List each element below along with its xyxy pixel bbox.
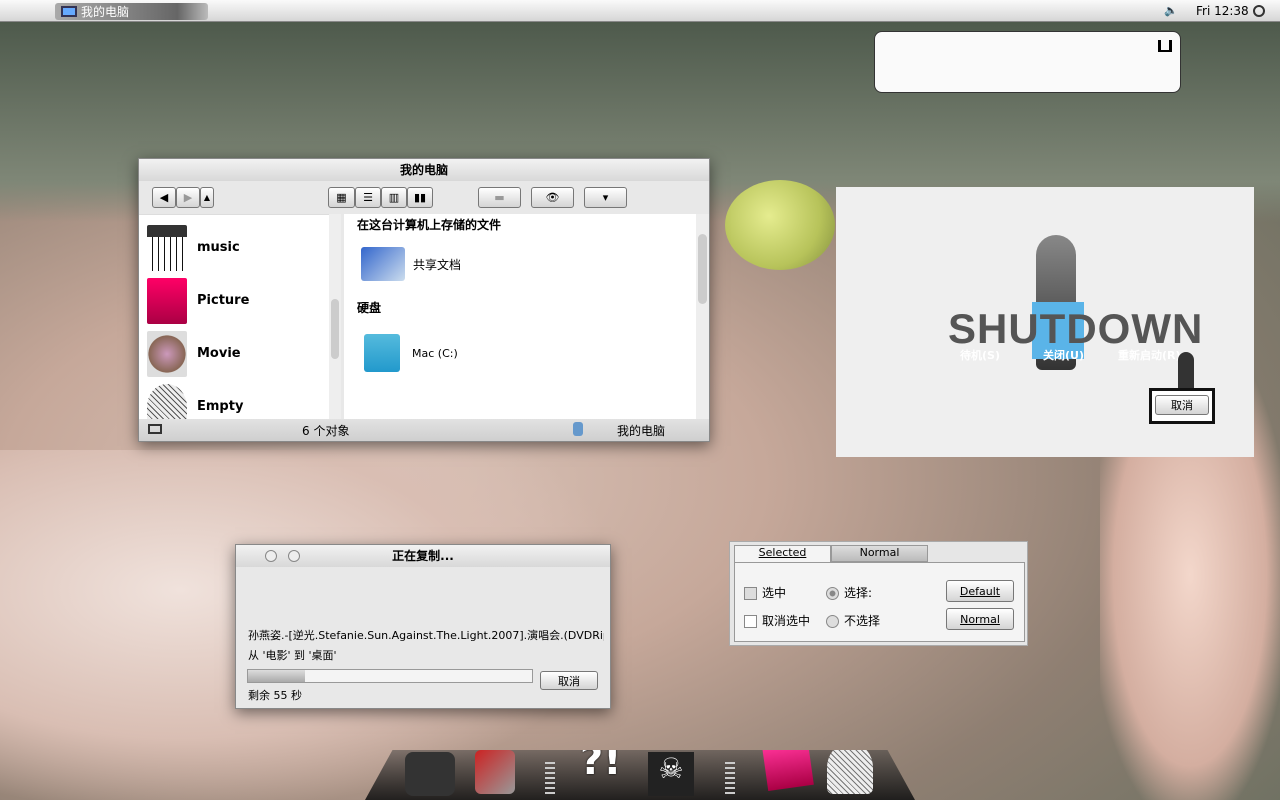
shutdown-dialog: SHUTDOWN 待机(S) 关闭(U) 重新启动(R) 取消 — [836, 187, 1254, 457]
dock: ?! ☠ — [365, 750, 915, 800]
power-off-button[interactable]: 关闭(U) — [1043, 347, 1084, 363]
trash-icon — [147, 383, 187, 419]
drive-item[interactable]: Mac (C:) — [344, 322, 696, 384]
picture-icon — [147, 277, 187, 324]
copy-cancel-button[interactable]: 取消 — [540, 671, 598, 690]
wallpaper-tennis-ball — [725, 180, 835, 270]
dock-separator — [545, 762, 555, 796]
notification-bubble — [874, 31, 1181, 93]
checkbox-checked[interactable]: 选中 — [744, 584, 786, 601]
clock: Fri 12:38 — [1196, 3, 1249, 18]
forward-button[interactable]: ▶ — [176, 187, 200, 208]
sidebar-item-movie[interactable]: Movie — [139, 327, 329, 380]
quicklook-eye-icon[interactable]: 👁 — [531, 187, 574, 208]
normal-button[interactable]: Normal — [946, 608, 1014, 630]
volume-icon[interactable]: 🔈 — [1164, 4, 1178, 17]
restart-button[interactable]: 重新启动(R) — [1118, 347, 1181, 363]
sidebar: music Picture Movie Empty — [139, 214, 329, 419]
content-scrollbar[interactable] — [696, 214, 709, 419]
dock-trash-icon[interactable] — [827, 750, 873, 794]
tab-selected[interactable]: Selected — [734, 545, 831, 562]
section-header: 在这台计算机上存储的文件 — [357, 218, 502, 232]
radio-icon — [826, 615, 839, 628]
copy-progress-window: 正在复制... 孙燕姿.-[逆光.Stefanie.Sun.Against.Th… — [235, 544, 611, 709]
back-button[interactable]: ◀ — [152, 187, 176, 208]
tab-normal[interactable]: Normal — [831, 545, 928, 562]
checkbox-checked-icon — [744, 587, 757, 600]
shared-folder-icon — [361, 247, 405, 281]
location-label: 我的电脑 — [617, 424, 666, 438]
taskbar-item[interactable]: 我的电脑 — [55, 3, 208, 20]
shutdown-cancel-button[interactable]: 取消 — [1155, 395, 1209, 415]
finder-window: 我的电脑 ◀ ▶ ▲ ▦ ☰ ▥ ▮▮ ▬ 👁 ▾ music Picture … — [138, 158, 710, 442]
controls-demo-panel: Selected Normal 选中 取消选中 选择: 不选择 Default … — [729, 541, 1028, 646]
copy-title-bar: 正在复制... — [236, 545, 610, 567]
standby-button[interactable]: 待机(S) — [960, 347, 1000, 363]
time-remaining: 剩余 55 秒 — [248, 689, 302, 702]
up-button[interactable]: ▲ — [200, 187, 214, 208]
radio-unselected[interactable]: 不选择 — [826, 612, 880, 629]
sidebar-item-music[interactable]: music — [139, 221, 329, 274]
drive-icon — [364, 334, 400, 372]
drive-status-icon — [148, 424, 162, 434]
coverflow-view-button[interactable]: ▮▮ — [407, 187, 433, 208]
sidebar-item-picture[interactable]: Picture — [139, 274, 329, 327]
sidebar-scrollbar[interactable] — [329, 214, 341, 419]
copy-progress-bar — [247, 669, 533, 683]
new-folder-button[interactable]: ▬ — [478, 187, 521, 208]
radio-selected[interactable]: 选择: — [826, 584, 872, 601]
window-title: 我的电脑 — [139, 159, 709, 181]
file-item-shared[interactable]: 共享文档 — [344, 235, 696, 293]
default-button[interactable]: Default — [946, 580, 1014, 602]
piano-icon — [147, 224, 187, 271]
radio-selected-icon — [826, 587, 839, 600]
section-header: 硬盘 — [357, 301, 382, 315]
checkbox-icon — [744, 615, 757, 628]
file-area: 在这台计算机上存储的文件 共享文档 硬盘 Mac (C:) — [344, 214, 696, 419]
menubar: 我的电脑 🔈 Fri 12:38 — [0, 0, 1280, 22]
column-view-button[interactable]: ▥ — [381, 187, 407, 208]
dock-pirate-icon[interactable]: ☠ — [648, 752, 694, 796]
icon-view-button[interactable]: ▦ — [328, 187, 355, 208]
movie-icon — [147, 330, 187, 377]
action-menu-button[interactable]: ▾ — [584, 187, 627, 208]
close-button[interactable] — [265, 550, 277, 562]
list-view-button[interactable]: ☰ — [355, 187, 381, 208]
status-bar: 6 个对象 我的电脑 — [139, 419, 709, 441]
small-figure — [1178, 352, 1194, 390]
cancel-frame: 取消 — [1149, 388, 1215, 424]
minimize-button[interactable] — [288, 550, 300, 562]
dock-separator — [725, 762, 735, 796]
object-count: 6 个对象 — [302, 424, 350, 438]
dock-mouse-icon[interactable] — [405, 752, 455, 796]
sidebar-item-empty[interactable]: Empty — [139, 380, 329, 419]
network-icon — [573, 422, 583, 436]
dock-knife-icon[interactable] — [475, 750, 515, 794]
notification-icon — [1158, 40, 1172, 52]
dock-photo-icon[interactable] — [762, 750, 814, 791]
checkbox-unchecked[interactable]: 取消选中 — [744, 612, 810, 629]
copy-filename: 孙燕姿.-[逆光.Stefanie.Sun.Against.The.Light.… — [248, 629, 604, 642]
search-icon[interactable] — [1253, 4, 1265, 17]
copy-route: 从 '电影' 到 '桌面' — [248, 649, 337, 662]
shutdown-logo: SHUTDOWN — [948, 305, 1204, 352]
computer-icon — [61, 6, 77, 17]
